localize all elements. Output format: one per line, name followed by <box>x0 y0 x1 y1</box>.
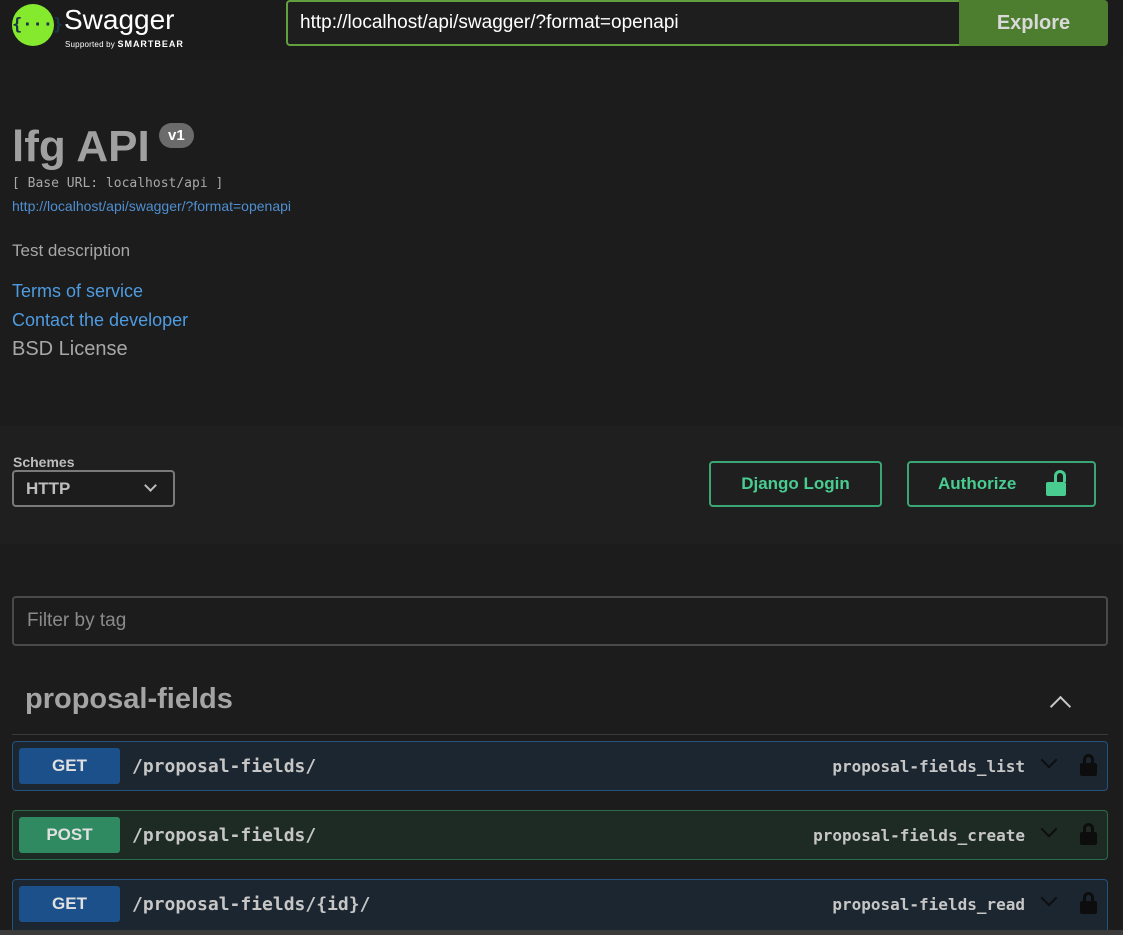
operation-post-create[interactable]: POST /proposal-fields/ proposal-fields_c… <box>12 810 1108 860</box>
logo-sub-prefix: Supported by <box>65 40 115 49</box>
swagger-logo[interactable]: {···} Swagger Supported by SMARTBEAR <box>12 4 192 52</box>
chevron-down-icon <box>144 479 157 492</box>
chevron-down-icon[interactable] <box>1040 820 1058 838</box>
tag-header[interactable]: proposal-fields <box>12 675 1108 735</box>
spec-url-input[interactable] <box>286 0 959 46</box>
operation-get-list[interactable]: GET /proposal-fields/ proposal-fields_li… <box>12 741 1108 791</box>
lock-icon[interactable] <box>1080 754 1097 776</box>
operation-id: proposal-fields_list <box>832 757 1025 776</box>
method-badge: GET <box>19 748 120 784</box>
api-description: Test description <box>12 241 131 260</box>
chevron-down-icon[interactable] <box>1040 889 1058 907</box>
contact-developer-link[interactable]: Contact the developer <box>12 310 188 331</box>
authorize-button[interactable]: Authorize <box>907 461 1096 507</box>
operation-id: proposal-fields_read <box>832 895 1025 914</box>
django-login-button[interactable]: Django Login <box>709 461 882 507</box>
chevron-up-icon[interactable] <box>1049 695 1072 718</box>
spec-link[interactable]: http://localhost/api/swagger/?format=ope… <box>12 198 291 214</box>
filter-by-tag-input[interactable]: Filter by tag <box>12 596 1108 646</box>
logo-name: Swagger <box>64 4 175 35</box>
operation-get-read[interactable]: GET /proposal-fields/{id}/ proposal-fiel… <box>12 879 1108 935</box>
topbar: {···} Swagger Supported by SMARTBEAR Exp… <box>0 0 1123 59</box>
method-badge: GET <box>19 886 120 922</box>
authorize-label: Authorize <box>938 474 1017 493</box>
logo-sub-brand: SMARTBEAR <box>117 39 184 49</box>
schemes-select[interactable]: HTTP <box>12 470 175 507</box>
horizontal-scrollbar[interactable] <box>0 930 1123 935</box>
terms-of-service-link[interactable]: Terms of service <box>12 281 143 302</box>
base-url: [ Base URL: localhost/api ] <box>12 176 224 191</box>
schemes-container: Schemes HTTP Django Login Authorize <box>0 426 1123 544</box>
chevron-down-icon[interactable] <box>1040 751 1058 769</box>
operation-path: /proposal-fields/{id}/ <box>132 894 371 915</box>
swagger-logo-icon: {···} <box>12 4 63 46</box>
schemes-selected-value: HTTP <box>26 479 71 498</box>
operation-path: /proposal-fields/ <box>132 825 317 846</box>
lock-icon[interactable] <box>1080 892 1097 914</box>
tag-title: proposal-fields <box>25 683 233 715</box>
version-badge: v1 <box>159 123 194 148</box>
explore-button[interactable]: Explore <box>959 0 1108 46</box>
schemes-label: Schemes <box>13 454 75 470</box>
logo-subtitle: Supported by SMARTBEAR <box>65 39 184 49</box>
method-badge: POST <box>19 817 120 853</box>
operation-path: /proposal-fields/ <box>132 756 317 777</box>
api-title: lfg API <box>12 122 150 171</box>
operation-id: proposal-fields_create <box>813 826 1025 845</box>
lock-icon[interactable] <box>1080 823 1097 845</box>
license-text: BSD License <box>12 338 128 360</box>
unlocked-icon <box>1046 470 1066 496</box>
